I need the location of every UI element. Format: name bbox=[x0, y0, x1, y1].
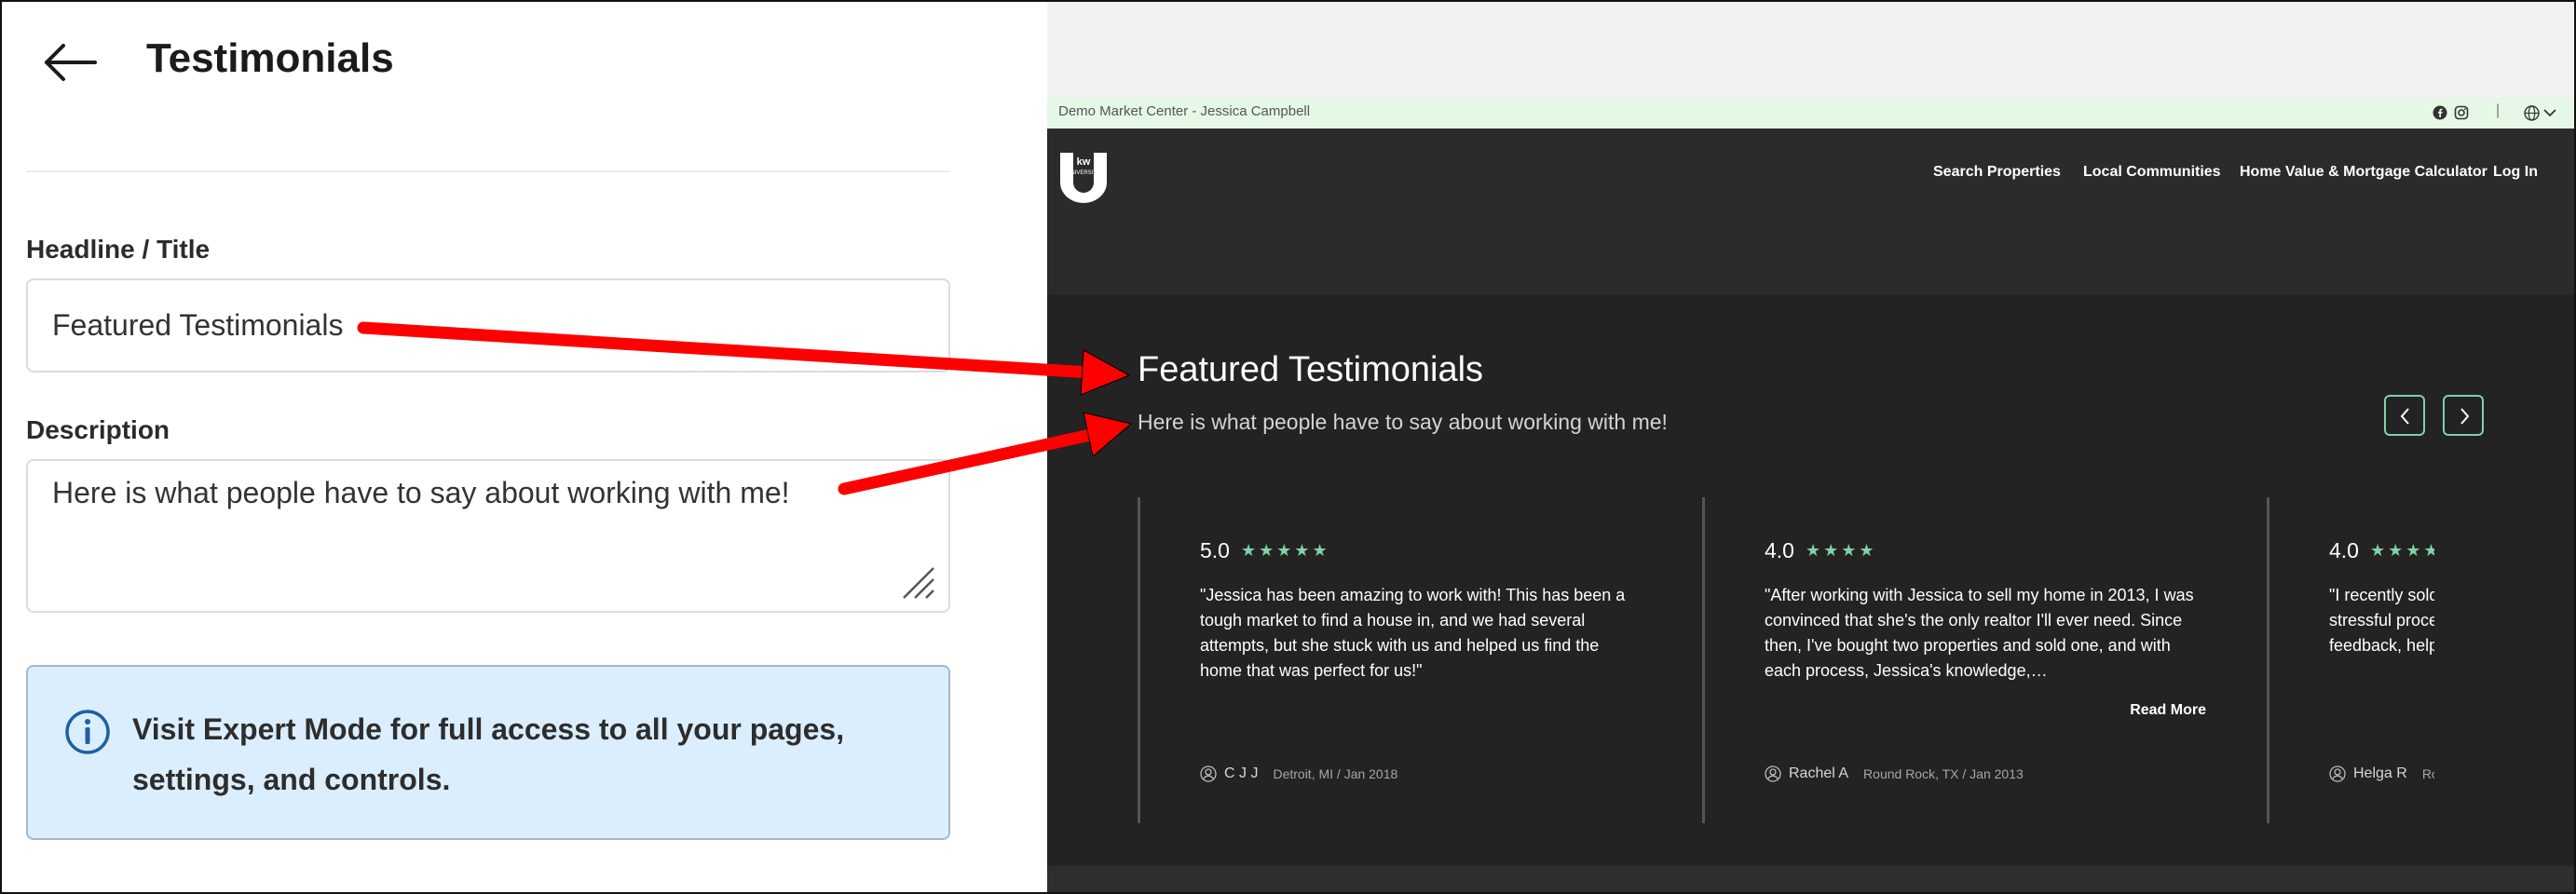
info-message: Visit Expert Mode for full access to all… bbox=[132, 712, 845, 796]
author-row: Helga R Round Rock bbox=[2329, 765, 2434, 782]
rating-row: 4.0 ★★★★ bbox=[1765, 536, 1877, 564]
headline-input[interactable]: Featured Testimonials bbox=[26, 278, 950, 372]
separator: | bbox=[2496, 102, 2501, 118]
nav-log-in[interactable]: Log In bbox=[2493, 164, 2538, 181]
testimonial-card: 5.0 ★★★★★ "Jessica has been amazing to w… bbox=[1138, 497, 1648, 823]
rating-row: 5.0 ★★★★★ bbox=[1200, 536, 1330, 564]
testimonials-section: Featured Testimonials Here is what peopl… bbox=[1047, 294, 2574, 866]
preview-top-bar: Demo Market Center - Jessica Campbell | bbox=[1047, 98, 2574, 129]
resize-handle-icon[interactable] bbox=[900, 564, 935, 600]
svg-text:UNIVERSITY: UNIVERSITY bbox=[1067, 170, 1100, 176]
back-arrow-icon[interactable] bbox=[43, 39, 99, 86]
user-icon bbox=[2329, 765, 2346, 782]
author-location-date: Round Rock bbox=[2421, 766, 2434, 781]
divider bbox=[26, 170, 950, 172]
carousel-prev-button[interactable] bbox=[2384, 395, 2425, 436]
facebook-icon[interactable] bbox=[2433, 105, 2447, 120]
author-location-date: Detroit, MI / Jan 2018 bbox=[1273, 766, 1398, 781]
author-row: Rachel A Round Rock, TX / Jan 2013 bbox=[1765, 765, 2024, 782]
author-name: C J J bbox=[1224, 765, 1259, 781]
headline-label: Headline / Title bbox=[26, 235, 211, 264]
carousel-next-button[interactable] bbox=[2443, 395, 2484, 436]
chevron-right-icon bbox=[2460, 408, 2470, 425]
chevron-left-icon bbox=[2400, 408, 2409, 425]
instagram-icon[interactable] bbox=[2454, 105, 2469, 120]
chevron-down-icon[interactable] bbox=[2543, 108, 2556, 117]
star-rating-icon: ★★★★ bbox=[1805, 540, 1877, 560]
author-name: Helga R bbox=[2353, 765, 2407, 781]
testimonial-carousel: 5.0 ★★★★★ "Jessica has been amazing to w… bbox=[1138, 497, 2434, 823]
author-row: C J J Detroit, MI / Jan 2018 bbox=[1200, 765, 1397, 782]
testimonial-quote: "After working with Jessica to sell my h… bbox=[1765, 586, 2194, 680]
rating-row: 4.0 ★★★★ bbox=[2329, 536, 2434, 564]
nav-home-value-calculator[interactable]: Home Value & Mortgage Calculator bbox=[2240, 164, 2487, 181]
section-title: Featured Testimonials bbox=[1138, 350, 1484, 389]
user-icon bbox=[1200, 765, 1217, 782]
preview-bottom-band bbox=[1047, 866, 2574, 892]
author-location-date: Round Rock, TX / Jan 2013 bbox=[1863, 766, 2024, 781]
website-preview: Demo Market Center - Jessica Campbell | … bbox=[1047, 2, 2574, 892]
nav-search-properties[interactable]: Search Properties bbox=[1933, 164, 2061, 181]
author-name: Rachel A bbox=[1789, 765, 1849, 781]
testimonial-card: 4.0 ★★★★ "After working with Jessica to … bbox=[1702, 497, 2213, 823]
market-center-text: Demo Market Center - Jessica Campbell bbox=[1058, 103, 1311, 119]
globe-icon[interactable] bbox=[2524, 105, 2540, 121]
user-icon bbox=[1765, 765, 1781, 782]
description-textarea[interactable]: Here is what people have to say about wo… bbox=[26, 459, 950, 613]
description-value: Here is what people have to say about wo… bbox=[52, 476, 790, 509]
rating-value: 4.0 bbox=[2329, 537, 2359, 562]
page-title: Testimonials bbox=[146, 35, 394, 81]
svg-text:kw: kw bbox=[1077, 156, 1091, 168]
kw-university-logo[interactable]: kw UNIVERSITY bbox=[1056, 149, 1111, 203]
star-rating-icon: ★★★★ bbox=[2369, 540, 2434, 560]
testimonial-quote: "I recently sold a house and it was goin… bbox=[2329, 586, 2434, 655]
rating-value: 5.0 bbox=[1200, 537, 1230, 562]
info-icon bbox=[65, 710, 110, 754]
testimonial-card: 4.0 ★★★★ "I recently sold a house and it… bbox=[2267, 497, 2434, 823]
editor-panel: Testimonials Headline / Title Featured T… bbox=[2, 2, 1047, 892]
read-more-link[interactable]: Read More bbox=[2076, 702, 2206, 719]
nav-local-communities[interactable]: Local Communities bbox=[2083, 164, 2221, 181]
preview-navbar: kw UNIVERSITY Search Properties Local Co… bbox=[1047, 129, 2574, 294]
rating-value: 4.0 bbox=[1765, 537, 1794, 562]
description-label: Description bbox=[26, 415, 170, 444]
expert-mode-info-box: Visit Expert Mode for full access to all… bbox=[26, 665, 950, 840]
section-description: Here is what people have to say about wo… bbox=[1138, 410, 1668, 434]
testimonial-quote: "Jessica has been amazing to work with! … bbox=[1200, 586, 1626, 680]
star-rating-icon: ★★★★★ bbox=[1240, 540, 1330, 560]
